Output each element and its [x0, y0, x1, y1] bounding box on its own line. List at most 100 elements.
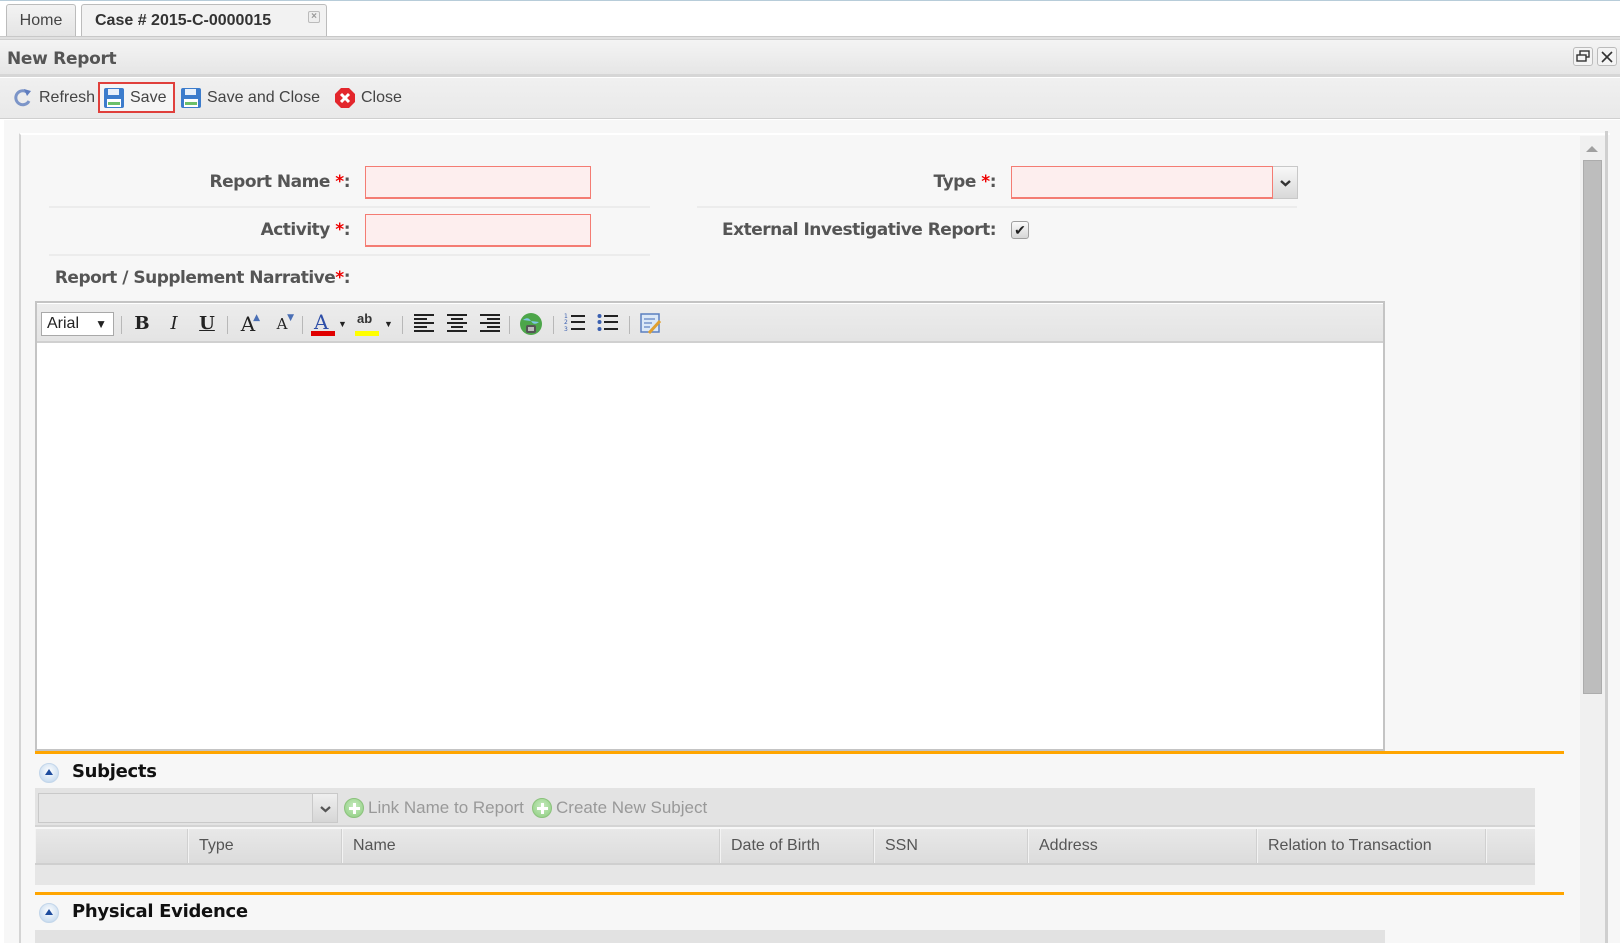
column-header-dob[interactable]: Date of Birth	[720, 829, 874, 863]
physical-evidence-title: Physical Evidence	[72, 901, 248, 922]
underline-icon: U	[199, 313, 215, 334]
narrative-editor-body[interactable]	[37, 345, 1383, 749]
highlight-button[interactable]: ab ▼	[355, 311, 393, 336]
subjects-title: Subjects	[72, 761, 157, 782]
subjects-grid-header: Type Name Date of Birth SSN Address Rela…	[35, 829, 1535, 865]
save-and-close-label: Save and Close	[207, 89, 320, 106]
panel-header: New Report	[0, 40, 1620, 77]
column-header-select[interactable]	[35, 829, 188, 863]
activity-label: Activity *:	[260, 220, 351, 240]
narrative-label: Report / Supplement Narrative*:	[54, 268, 351, 288]
underline-button[interactable]: U	[196, 312, 218, 336]
toolbar-separator	[629, 316, 630, 334]
editor-toolbar: Arial ▼ B I U A ▲ A ▼ A ▼ ab ▼ 1 2 3	[37, 303, 1383, 343]
subjects-grid-body	[35, 865, 1535, 885]
decrease-font-button[interactable]: A ▼	[270, 312, 294, 336]
toolbar-separator	[553, 316, 554, 334]
close-label: Close	[361, 89, 402, 106]
subject-combo-trigger[interactable]	[313, 793, 338, 823]
italic-icon: I	[170, 313, 178, 334]
highlight-swatch	[355, 331, 379, 336]
dropdown-arrow-icon: ▼	[384, 319, 393, 329]
type-combo-input[interactable]	[1011, 166, 1273, 199]
align-center-button[interactable]	[445, 312, 469, 336]
toolbar-separator	[509, 316, 510, 334]
column-header-address[interactable]: Address	[1028, 829, 1257, 863]
link-name-label: Link Name to Report	[368, 798, 524, 817]
required-marker: *	[335, 220, 344, 240]
ordered-list-icon: 123	[564, 313, 585, 333]
required-marker: *	[335, 268, 344, 288]
external-report-label: External Investigative Report:	[722, 220, 996, 240]
activity-input[interactable]	[365, 214, 591, 247]
narrative-editor: Arial ▼ B I U A ▲ A ▼ A ▼ ab ▼ 1 2 3	[35, 301, 1385, 751]
type-label: Type *:	[933, 172, 997, 192]
decrease-font-icon: A	[276, 315, 288, 333]
restore-window-icon	[1576, 50, 1590, 62]
bold-button[interactable]: B	[131, 312, 153, 336]
add-icon	[344, 798, 364, 818]
increase-font-button[interactable]: A ▲	[236, 312, 260, 336]
dropdown-arrow-icon: ▼	[338, 319, 347, 329]
save-and-close-button[interactable]: Save and Close	[180, 82, 320, 113]
column-header-ssn[interactable]: SSN	[874, 829, 1028, 863]
collapse-physical-evidence-icon[interactable]	[39, 903, 59, 923]
content-right-border	[1605, 131, 1608, 943]
unordered-list-button[interactable]	[596, 312, 620, 336]
scrollbar-thumb[interactable]	[1583, 160, 1602, 694]
tab-home[interactable]: Home	[6, 4, 76, 37]
create-new-subject-button[interactable]: Create New Subject	[532, 793, 707, 823]
tab-strip: Home Case # 2015-C-0000015 ×	[0, 1, 1620, 37]
row-separator	[49, 254, 650, 256]
italic-button[interactable]: I	[163, 312, 185, 336]
external-report-checkbox[interactable]: ✔	[1011, 221, 1029, 239]
close-red-icon	[335, 87, 355, 108]
source-edit-icon	[640, 313, 662, 335]
create-subject-label: Create New Subject	[556, 798, 708, 817]
main-toolbar: Refresh Save Save and Close Close	[0, 78, 1620, 119]
required-marker: *	[981, 172, 990, 192]
refresh-button[interactable]: Refresh	[12, 82, 95, 113]
chevron-down-icon	[1280, 180, 1291, 187]
physical-evidence-toolbar	[35, 930, 1385, 943]
ordered-list-button[interactable]: 123	[563, 312, 587, 336]
close-panel-button[interactable]	[1597, 47, 1617, 66]
font-family-value: Arial	[47, 315, 80, 332]
toolbar-separator	[402, 316, 403, 334]
bold-icon: B	[134, 313, 150, 334]
font-color-swatch	[311, 331, 335, 336]
column-header-name[interactable]: Name	[342, 829, 720, 863]
unordered-list-icon	[597, 314, 618, 331]
toolbar-separator	[121, 316, 122, 334]
svg-text:2: 2	[564, 319, 568, 326]
align-center-icon	[447, 314, 467, 332]
font-color-button[interactable]: A ▼	[311, 310, 347, 336]
source-edit-button[interactable]	[638, 312, 664, 336]
column-header-relation[interactable]: Relation to Transaction	[1257, 829, 1486, 863]
restore-window-button[interactable]	[1573, 47, 1593, 66]
column-header-type[interactable]: Type	[188, 829, 342, 863]
panel-title: New Report	[7, 49, 117, 69]
scroll-up-arrow-icon[interactable]	[1586, 146, 1598, 152]
save-label: Save	[130, 89, 167, 106]
save-button[interactable]: Save	[98, 82, 175, 113]
link-name-to-report-button[interactable]: Link Name to Report	[344, 793, 524, 823]
tab-case-label: Case # 2015-C-0000015	[95, 12, 272, 29]
dropdown-arrow-icon: ▼	[95, 317, 107, 331]
font-family-select[interactable]: Arial ▼	[41, 312, 114, 336]
align-left-button[interactable]	[412, 312, 436, 336]
tab-close-icon[interactable]: ×	[308, 11, 320, 23]
required-marker: *	[335, 172, 344, 192]
subject-search-combo[interactable]	[38, 793, 313, 823]
report-name-label: Report Name *:	[209, 172, 351, 192]
align-right-button[interactable]	[478, 312, 502, 336]
report-name-input[interactable]	[365, 166, 591, 199]
type-dropdown-trigger[interactable]	[1273, 166, 1298, 199]
column-header-actions	[1486, 829, 1535, 863]
close-icon	[1601, 51, 1613, 63]
insert-link-button[interactable]	[518, 312, 544, 336]
refresh-label: Refresh	[39, 89, 96, 106]
collapse-subjects-icon[interactable]	[39, 763, 59, 783]
tab-case[interactable]: Case # 2015-C-0000015 ×	[81, 4, 327, 37]
close-button[interactable]: Close	[334, 82, 402, 113]
